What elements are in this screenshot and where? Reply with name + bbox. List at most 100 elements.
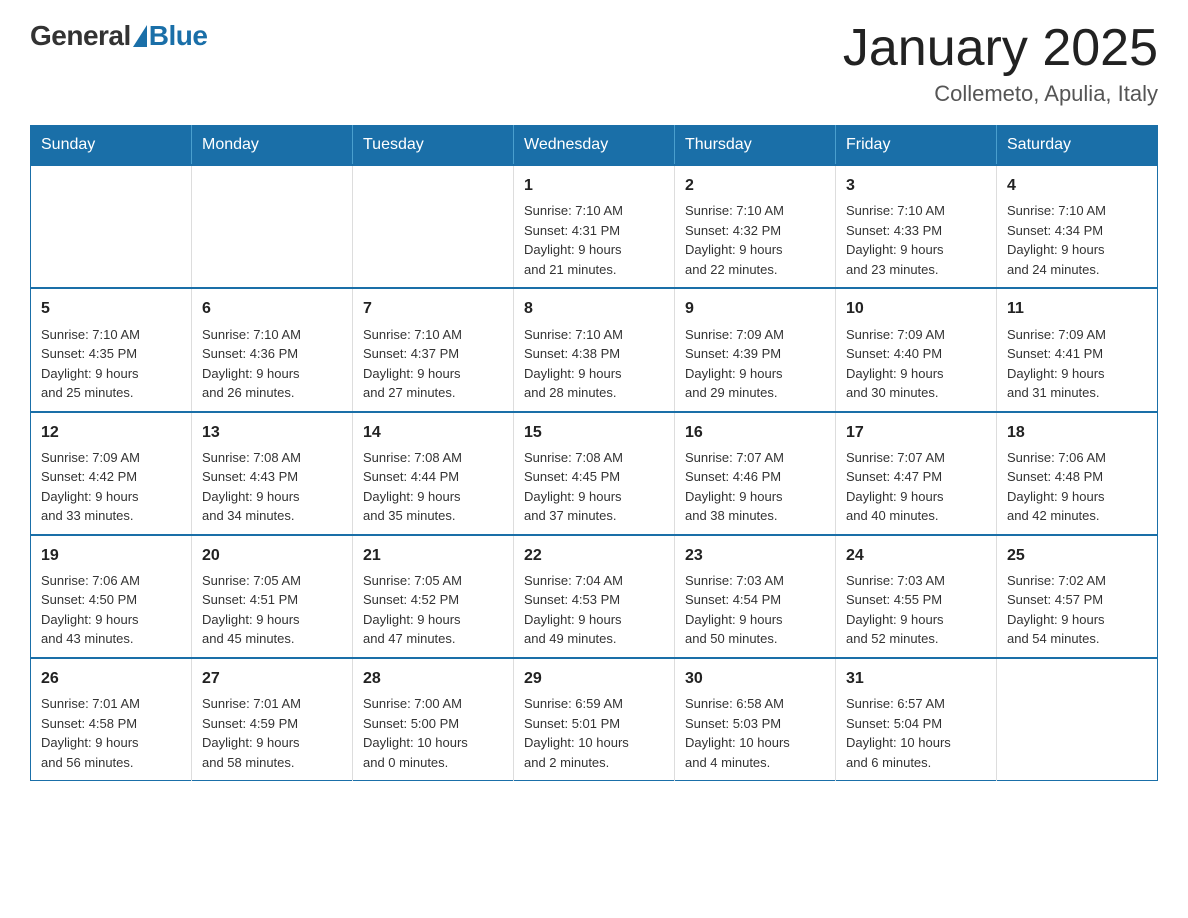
logo-blue-text: Blue bbox=[149, 20, 208, 52]
calendar-cell: 13 Sunrise: 7:08 AMSunset: 4:43 PMDayligh… bbox=[192, 412, 353, 535]
calendar-week-1: 1 Sunrise: 7:10 AMSunset: 4:31 PMDaylight… bbox=[31, 165, 1158, 288]
calendar-cell: 23 Sunrise: 7:03 AMSunset: 4:54 PMDayligh… bbox=[675, 535, 836, 658]
calendar-week-4: 19 Sunrise: 7:06 AMSunset: 4:50 PMDayligh… bbox=[31, 535, 1158, 658]
day-info: Sunrise: 7:01 AMSunset: 4:58 PMDaylight:… bbox=[41, 694, 181, 772]
day-number: 23 bbox=[685, 544, 825, 567]
day-number: 25 bbox=[1007, 544, 1147, 567]
day-number: 26 bbox=[41, 667, 181, 690]
calendar-cell: 8 Sunrise: 7:10 AMSunset: 4:38 PMDaylight… bbox=[514, 288, 675, 411]
calendar-cell: 25 Sunrise: 7:02 AMSunset: 4:57 PMDayligh… bbox=[997, 535, 1158, 658]
day-number: 5 bbox=[41, 297, 181, 320]
day-number: 13 bbox=[202, 421, 342, 444]
day-number: 9 bbox=[685, 297, 825, 320]
day-info: Sunrise: 7:03 AMSunset: 4:54 PMDaylight:… bbox=[685, 571, 825, 649]
calendar-cell bbox=[353, 165, 514, 288]
day-info: Sunrise: 7:07 AMSunset: 4:46 PMDaylight:… bbox=[685, 448, 825, 526]
day-info: Sunrise: 7:04 AMSunset: 4:53 PMDaylight:… bbox=[524, 571, 664, 649]
day-number: 24 bbox=[846, 544, 986, 567]
calendar-cell: 11Sunrise: 7:09 AMSunset: 4:41 PMDayligh… bbox=[997, 288, 1158, 411]
calendar-week-2: 5Sunrise: 7:10 AMSunset: 4:35 PMDaylight… bbox=[31, 288, 1158, 411]
day-info: Sunrise: 6:57 AMSunset: 5:04 PMDaylight:… bbox=[846, 694, 986, 772]
day-number: 12 bbox=[41, 421, 181, 444]
day-info: Sunrise: 7:07 AMSunset: 4:47 PMDaylight:… bbox=[846, 448, 986, 526]
day-number: 17 bbox=[846, 421, 986, 444]
day-info: Sunrise: 7:03 AMSunset: 4:55 PMDaylight:… bbox=[846, 571, 986, 649]
day-info: Sunrise: 7:01 AMSunset: 4:59 PMDaylight:… bbox=[202, 694, 342, 772]
day-info: Sunrise: 7:10 AMSunset: 4:32 PMDaylight:… bbox=[685, 201, 825, 279]
calendar-cell: 22 Sunrise: 7:04 AMSunset: 4:53 PMDayligh… bbox=[514, 535, 675, 658]
day-number: 20 bbox=[202, 544, 342, 567]
calendar-cell: 18Sunrise: 7:06 AMSunset: 4:48 PMDayligh… bbox=[997, 412, 1158, 535]
calendar-cell: 5Sunrise: 7:10 AMSunset: 4:35 PMDaylight… bbox=[31, 288, 192, 411]
day-number: 1 bbox=[524, 174, 664, 197]
calendar-cell: 10 Sunrise: 7:09 AMSunset: 4:40 PMDayligh… bbox=[836, 288, 997, 411]
day-number: 29 bbox=[524, 667, 664, 690]
day-number: 15 bbox=[524, 421, 664, 444]
day-info: Sunrise: 7:09 AMSunset: 4:39 PMDaylight:… bbox=[685, 325, 825, 403]
calendar-cell: 12 Sunrise: 7:09 AMSunset: 4:42 PMDayligh… bbox=[31, 412, 192, 535]
day-number: 30 bbox=[685, 667, 825, 690]
day-info: Sunrise: 7:09 AMSunset: 4:42 PMDaylight:… bbox=[41, 448, 181, 526]
day-info: Sunrise: 7:10 AMSunset: 4:31 PMDaylight:… bbox=[524, 201, 664, 279]
day-number: 3 bbox=[846, 174, 986, 197]
calendar-cell: 31 Sunrise: 6:57 AMSunset: 5:04 PMDayligh… bbox=[836, 658, 997, 781]
logo: General Blue bbox=[30, 20, 207, 52]
day-number: 2 bbox=[685, 174, 825, 197]
day-number: 10 bbox=[846, 297, 986, 320]
day-number: 16 bbox=[685, 421, 825, 444]
day-info: Sunrise: 7:05 AMSunset: 4:51 PMDaylight:… bbox=[202, 571, 342, 649]
day-info: Sunrise: 7:02 AMSunset: 4:57 PMDaylight:… bbox=[1007, 571, 1147, 649]
day-header-wednesday: Wednesday bbox=[514, 126, 675, 166]
calendar-cell: 29 Sunrise: 6:59 AMSunset: 5:01 PMDayligh… bbox=[514, 658, 675, 781]
calendar-cell: 4Sunrise: 7:10 AMSunset: 4:34 PMDaylight… bbox=[997, 165, 1158, 288]
day-header-saturday: Saturday bbox=[997, 126, 1158, 166]
calendar-cell: 17 Sunrise: 7:07 AMSunset: 4:47 PMDayligh… bbox=[836, 412, 997, 535]
day-number: 22 bbox=[524, 544, 664, 567]
day-number: 19 bbox=[41, 544, 181, 567]
calendar-cell: 28 Sunrise: 7:00 AMSunset: 5:00 PMDayligh… bbox=[353, 658, 514, 781]
calendar-header-row: SundayMondayTuesdayWednesdayThursdayFrid… bbox=[31, 126, 1158, 166]
page-header: General Blue January 2025 Collemeto, Apu… bbox=[30, 20, 1158, 107]
day-info: Sunrise: 7:10 AMSunset: 4:38 PMDaylight:… bbox=[524, 325, 664, 403]
day-info: Sunrise: 7:09 AMSunset: 4:40 PMDaylight:… bbox=[846, 325, 986, 403]
calendar-title: January 2025 bbox=[843, 20, 1158, 77]
day-info: Sunrise: 7:00 AMSunset: 5:00 PMDaylight:… bbox=[363, 694, 503, 772]
day-info: Sunrise: 7:10 AMSunset: 4:37 PMDaylight:… bbox=[363, 325, 503, 403]
day-header-tuesday: Tuesday bbox=[353, 126, 514, 166]
calendar-cell: 7 Sunrise: 7:10 AMSunset: 4:37 PMDaylight… bbox=[353, 288, 514, 411]
day-number: 28 bbox=[363, 667, 503, 690]
calendar-cell: 20 Sunrise: 7:05 AMSunset: 4:51 PMDayligh… bbox=[192, 535, 353, 658]
day-number: 7 bbox=[363, 297, 503, 320]
calendar-cell: 9 Sunrise: 7:09 AMSunset: 4:39 PMDaylight… bbox=[675, 288, 836, 411]
day-info: Sunrise: 7:10 AMSunset: 4:36 PMDaylight:… bbox=[202, 325, 342, 403]
calendar-cell: 1 Sunrise: 7:10 AMSunset: 4:31 PMDaylight… bbox=[514, 165, 675, 288]
day-info: Sunrise: 7:08 AMSunset: 4:43 PMDaylight:… bbox=[202, 448, 342, 526]
calendar-week-3: 12 Sunrise: 7:09 AMSunset: 4:42 PMDayligh… bbox=[31, 412, 1158, 535]
calendar-cell: 21Sunrise: 7:05 AMSunset: 4:52 PMDayligh… bbox=[353, 535, 514, 658]
day-number: 31 bbox=[846, 667, 986, 690]
calendar-week-5: 26 Sunrise: 7:01 AMSunset: 4:58 PMDayligh… bbox=[31, 658, 1158, 781]
day-info: Sunrise: 7:06 AMSunset: 4:48 PMDaylight:… bbox=[1007, 448, 1147, 526]
calendar-subtitle: Collemeto, Apulia, Italy bbox=[843, 81, 1158, 107]
calendar-cell bbox=[997, 658, 1158, 781]
day-header-friday: Friday bbox=[836, 126, 997, 166]
calendar-cell bbox=[31, 165, 192, 288]
calendar-cell: 26 Sunrise: 7:01 AMSunset: 4:58 PMDayligh… bbox=[31, 658, 192, 781]
calendar-cell: 2 Sunrise: 7:10 AMSunset: 4:32 PMDaylight… bbox=[675, 165, 836, 288]
day-info: Sunrise: 7:06 AMSunset: 4:50 PMDaylight:… bbox=[41, 571, 181, 649]
day-number: 6 bbox=[202, 297, 342, 320]
calendar-cell: 15 Sunrise: 7:08 AMSunset: 4:45 PMDayligh… bbox=[514, 412, 675, 535]
calendar-cell: 6 Sunrise: 7:10 AMSunset: 4:36 PMDaylight… bbox=[192, 288, 353, 411]
day-info: Sunrise: 6:59 AMSunset: 5:01 PMDaylight:… bbox=[524, 694, 664, 772]
calendar-cell: 30 Sunrise: 6:58 AMSunset: 5:03 PMDayligh… bbox=[675, 658, 836, 781]
day-info: Sunrise: 7:05 AMSunset: 4:52 PMDaylight:… bbox=[363, 571, 503, 649]
calendar-cell bbox=[192, 165, 353, 288]
calendar-table: SundayMondayTuesdayWednesdayThursdayFrid… bbox=[30, 125, 1158, 781]
day-header-monday: Monday bbox=[192, 126, 353, 166]
day-info: Sunrise: 7:08 AMSunset: 4:45 PMDaylight:… bbox=[524, 448, 664, 526]
day-number: 27 bbox=[202, 667, 342, 690]
day-info: Sunrise: 6:58 AMSunset: 5:03 PMDaylight:… bbox=[685, 694, 825, 772]
day-number: 8 bbox=[524, 297, 664, 320]
calendar-cell: 3Sunrise: 7:10 AMSunset: 4:33 PMDaylight… bbox=[836, 165, 997, 288]
calendar-cell: 27 Sunrise: 7:01 AMSunset: 4:59 PMDayligh… bbox=[192, 658, 353, 781]
